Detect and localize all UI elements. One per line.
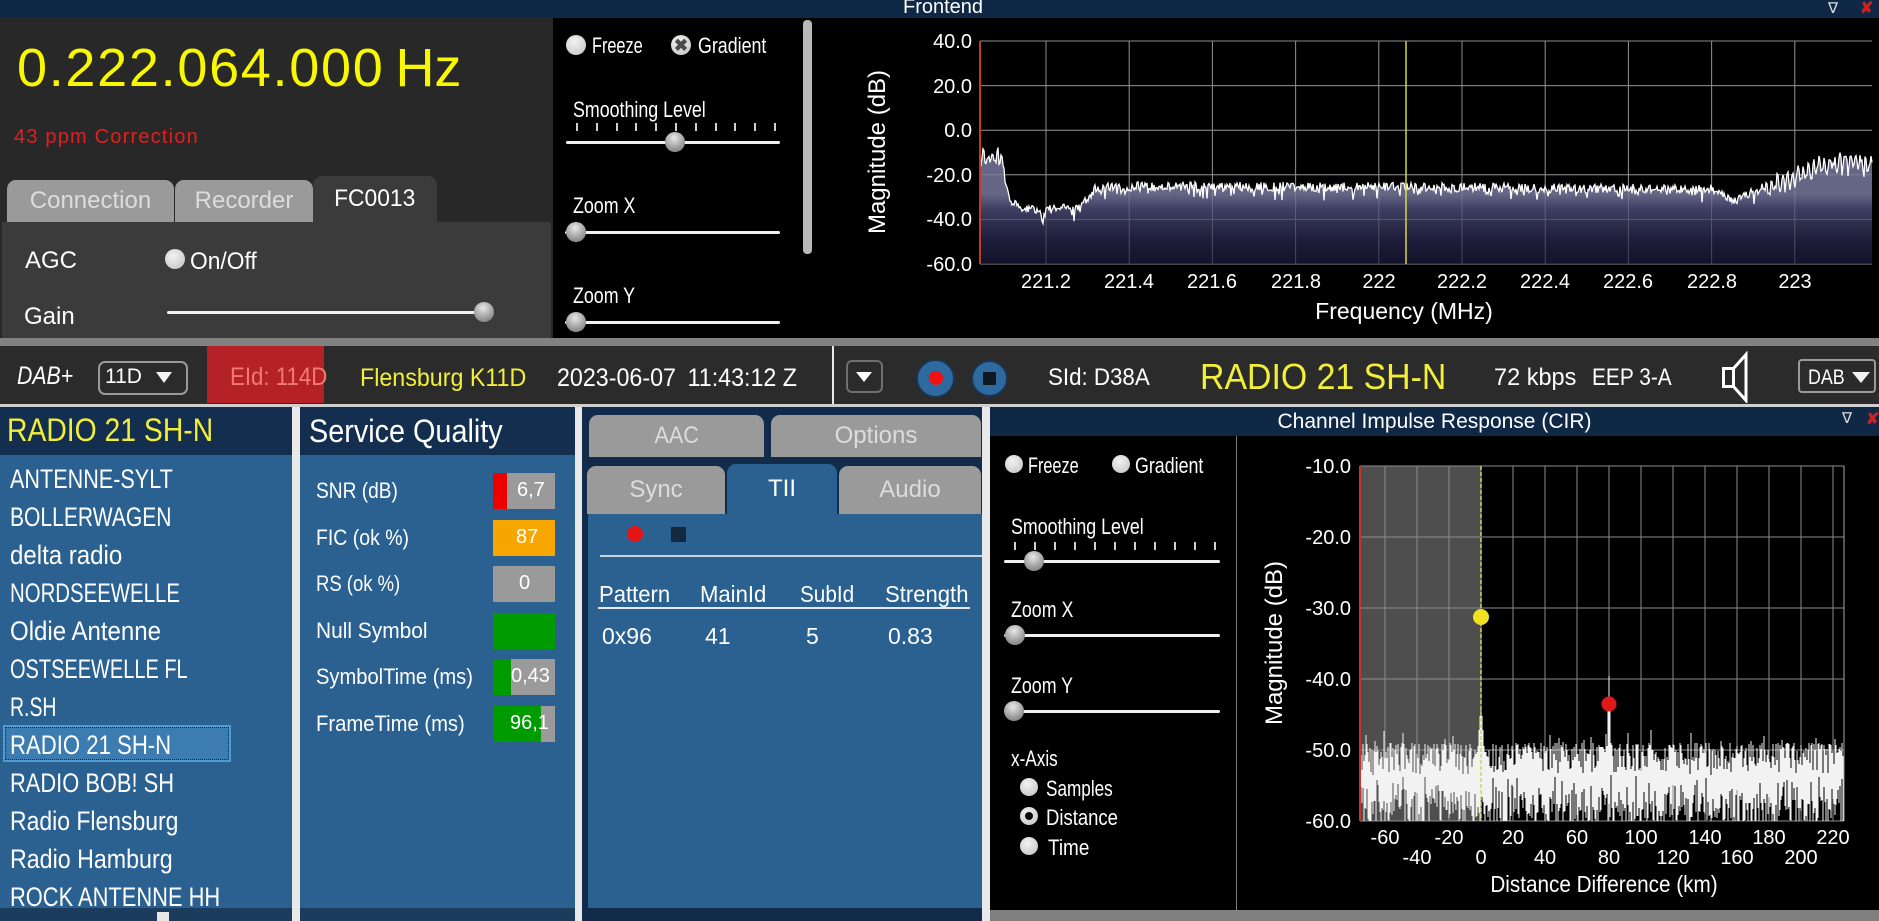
svg-text:140: 140 — [1688, 827, 1721, 849]
svg-text:-20.0: -20.0 — [1305, 527, 1351, 549]
svg-text:180: 180 — [1752, 827, 1785, 849]
svg-text:Frequency (MHz): Frequency (MHz) — [1315, 298, 1493, 324]
svg-text:20.0: 20.0 — [933, 76, 972, 98]
svg-text:20: 20 — [1502, 827, 1524, 849]
svg-text:-20.0: -20.0 — [926, 165, 972, 187]
svg-text:-10.0: -10.0 — [1305, 456, 1351, 478]
svg-text:80: 80 — [1598, 847, 1620, 869]
svg-text:-50.0: -50.0 — [1305, 740, 1351, 762]
svg-text:200: 200 — [1784, 847, 1817, 869]
svg-text:160: 160 — [1720, 847, 1753, 869]
svg-text:40: 40 — [1534, 847, 1556, 869]
svg-text:222: 222 — [1362, 271, 1395, 293]
svg-text:-60: -60 — [1371, 827, 1400, 849]
svg-text:-60.0: -60.0 — [926, 254, 972, 276]
svg-text:-60.0: -60.0 — [1305, 811, 1351, 833]
svg-text:-40.0: -40.0 — [1305, 669, 1351, 691]
svg-text:Magnitude (dB): Magnitude (dB) — [1261, 561, 1288, 725]
svg-text:40.0: 40.0 — [933, 31, 972, 53]
svg-text:-20: -20 — [1435, 827, 1464, 849]
svg-text:221.6: 221.6 — [1187, 271, 1237, 293]
svg-text:-30.0: -30.0 — [1305, 598, 1351, 620]
svg-text:220: 220 — [1816, 827, 1849, 849]
svg-text:-40.0: -40.0 — [926, 209, 972, 231]
svg-text:Distance Difference (km): Distance Difference (km) — [1490, 871, 1717, 897]
svg-text:60: 60 — [1566, 827, 1588, 849]
svg-text:0.0: 0.0 — [944, 120, 972, 142]
svg-text:-40: -40 — [1403, 847, 1432, 869]
svg-text:221.4: 221.4 — [1104, 271, 1154, 293]
svg-text:100: 100 — [1624, 827, 1657, 849]
svg-text:222.4: 222.4 — [1520, 271, 1570, 293]
svg-text:222.8: 222.8 — [1687, 271, 1737, 293]
svg-text:222.2: 222.2 — [1437, 271, 1487, 293]
svg-text:222.6: 222.6 — [1603, 271, 1653, 293]
svg-text:Magnitude (dB): Magnitude (dB) — [864, 70, 891, 234]
svg-text:223: 223 — [1778, 271, 1811, 293]
svg-text:221.8: 221.8 — [1271, 271, 1321, 293]
svg-text:120: 120 — [1656, 847, 1689, 869]
svg-text:0: 0 — [1475, 847, 1486, 869]
svg-text:221.2: 221.2 — [1021, 271, 1071, 293]
